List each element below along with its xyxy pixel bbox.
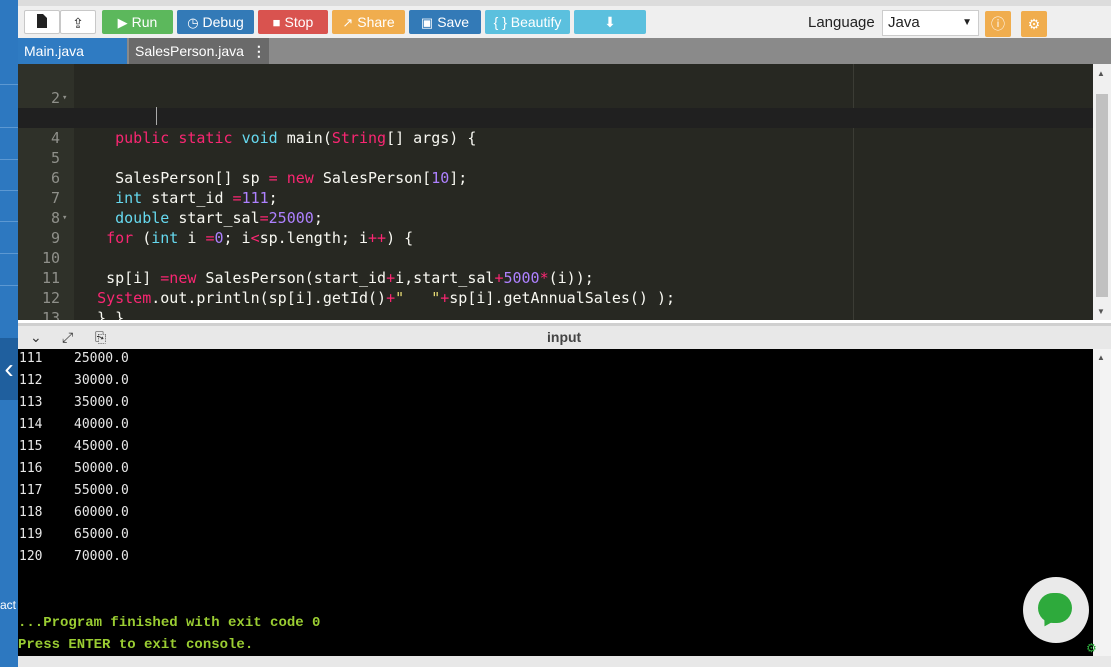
- sidebar-divider: [0, 159, 18, 160]
- save-icon: ▣: [420, 15, 434, 30]
- debug-button[interactable]: ◷ Debug: [177, 10, 254, 34]
- tab-salesperson-java[interactable]: SalesPerson.java ⋮: [129, 38, 269, 64]
- code-line: 7 double start_sal=25000;: [50, 189, 323, 227]
- small-gear-icon[interactable]: ⚙: [1086, 641, 1097, 655]
- share-icon: ↗: [342, 15, 354, 30]
- sidebar-divider: [0, 253, 18, 254]
- scroll-up-arrow-icon[interactable]: ▲: [1097, 353, 1105, 362]
- code-line-current: 4: [18, 108, 1093, 147]
- code-line: 2▾ {: [50, 89, 88, 127]
- code-line: 3▾ public static void main(String[] args…: [18, 88, 1093, 147]
- debug-icon: ◷: [187, 15, 199, 30]
- left-sidebar: ‹ act: [0, 0, 18, 667]
- clipboard-icon[interactable]: ⎘: [95, 329, 106, 346]
- expand-icon[interactable]: ⤢: [62, 329, 73, 346]
- stop-button[interactable]: ■ Stop: [258, 10, 328, 34]
- code-line: 10 sp[i] =new SalesPerson(start_id+i,sta…: [41, 249, 594, 287]
- chevron-down-icon: ▼: [962, 17, 972, 28]
- code-line: 14: [18, 308, 1093, 320]
- code-line: 8 ▾ for (int i =0; i<sp.length; i++) {: [50, 209, 414, 247]
- tab-menu-icon[interactable]: ⋮: [252, 43, 266, 59]
- gear-icon: ⚙: [1027, 16, 1041, 32]
- console-output[interactable]: 111 25000.0 112 30000.0 113 35000.0 114 4000…: [18, 349, 1093, 656]
- run-button[interactable]: ▶ Run: [102, 10, 173, 34]
- code-line: 13 }: [41, 309, 60, 320]
- language-label: Language: [808, 14, 875, 31]
- new-file-button[interactable]: [24, 10, 60, 34]
- exit-code-message: ...Program finished with exit code 0: [18, 615, 321, 631]
- toolbar: ⇪ ▶ Run ◷ Debug ■ Stop ↗ Share ▣ Save { } Bea…: [18, 0, 1111, 38]
- code-line: 5 SalesPerson[] sp = new SalesPerson[10]…: [50, 149, 468, 187]
- download-icon: ⬇: [604, 14, 616, 30]
- sidebar-divider: [0, 285, 18, 286]
- bottom-status-strip: [18, 656, 1111, 667]
- editor-scrollbar[interactable]: ▲ ▼: [1093, 64, 1111, 320]
- upload-icon: ⇪: [72, 15, 84, 31]
- save-button[interactable]: ▣ Save: [409, 10, 481, 34]
- sidebar-collapse-chevron-icon[interactable]: ‹: [0, 338, 18, 400]
- code-line: 11 System.out.println(sp[i].getId()+" "+…: [41, 269, 676, 307]
- console-header-title: input: [547, 329, 582, 345]
- collapse-chevron-icon[interactable]: ⌄: [30, 329, 42, 346]
- press-enter-message: Press ENTER to exit console.: [18, 637, 254, 653]
- console-scrollbar[interactable]: ▲: [1093, 349, 1111, 656]
- sidebar-divider: [0, 127, 18, 128]
- console-header: ⌄ ⤢ ⎘ input: [18, 323, 1111, 349]
- code-editor[interactable]: 2▾ { 3▾ public static void main(String[]…: [18, 64, 1093, 320]
- download-button[interactable]: ⬇: [574, 10, 646, 34]
- sidebar-contact-label[interactable]: act: [0, 598, 16, 612]
- sidebar-divider: [0, 84, 18, 85]
- language-select[interactable]: Java ▼: [882, 10, 979, 36]
- stop-icon: ■: [272, 15, 281, 30]
- code-line: 9: [50, 229, 60, 247]
- code-line: 12 } }: [41, 289, 125, 320]
- info-icon: ⓘ: [991, 16, 1005, 32]
- settings-button[interactable]: ⚙: [1021, 11, 1047, 37]
- sidebar-divider: [0, 190, 18, 191]
- info-button[interactable]: ⓘ: [985, 11, 1011, 37]
- code-line: 6 int start_id =111;: [50, 169, 278, 207]
- text-cursor: [156, 107, 157, 125]
- share-button[interactable]: ↗ Share: [332, 10, 405, 34]
- play-icon: ▶: [117, 15, 128, 30]
- editor-scrollbar-thumb[interactable]: [1096, 94, 1108, 297]
- file-tabs: Main.java SalesPerson.java ⋮: [18, 38, 1111, 64]
- file-icon: [37, 14, 47, 28]
- sidebar-divider: [0, 221, 18, 222]
- scroll-down-arrow-icon[interactable]: ▼: [1097, 307, 1105, 316]
- scroll-up-arrow-icon[interactable]: ▲: [1097, 69, 1105, 78]
- upload-button[interactable]: ⇪: [60, 10, 96, 34]
- tab-main-java[interactable]: Main.java: [18, 38, 127, 64]
- chat-widget-button[interactable]: [1023, 577, 1089, 643]
- beautify-button[interactable]: { } Beautify: [485, 10, 570, 34]
